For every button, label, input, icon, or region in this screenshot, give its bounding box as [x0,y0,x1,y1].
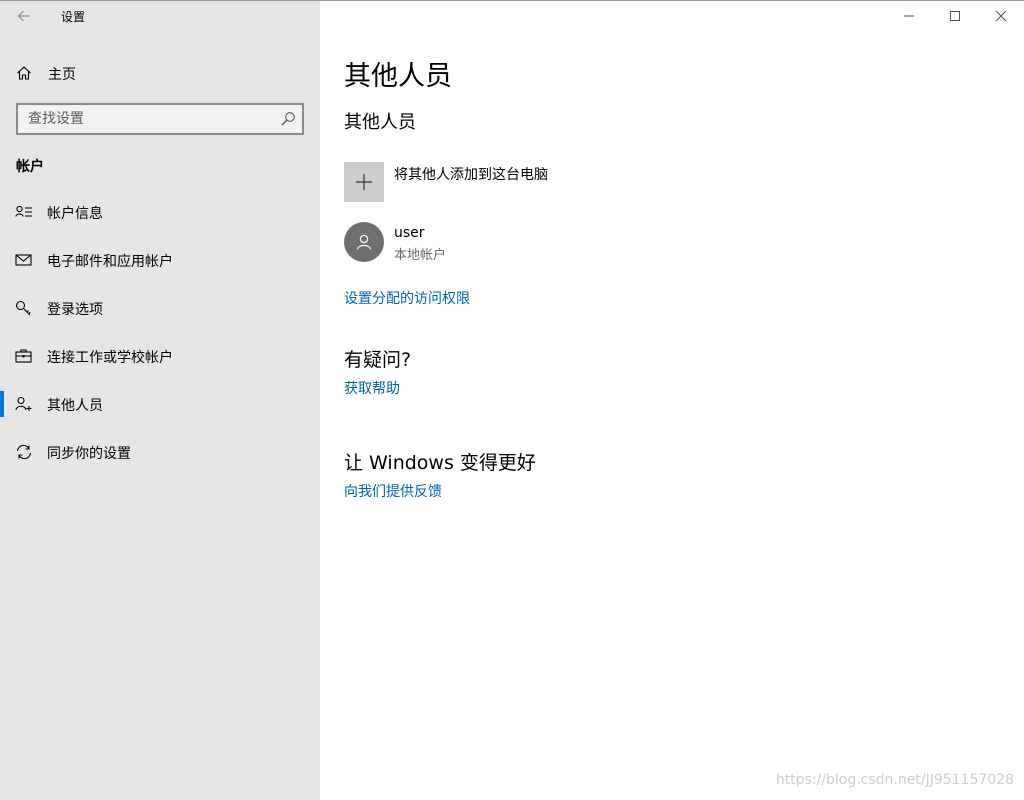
sidebar-item-work-school[interactable]: 连接工作或学校帐户 [0,336,320,376]
add-tile [344,162,384,202]
sidebar-item-account-info[interactable]: 帐户信息 [0,192,320,232]
get-help-link[interactable]: 获取帮助 [344,378,400,398]
watermark: https://blog.csdn.net/JJ951157028 [775,772,1014,788]
add-other-person-button[interactable]: 将其他人添加到这台电脑 [344,162,644,202]
sidebar-item-label: 同步你的设置 [47,446,131,462]
minimize-icon [904,15,914,17]
back-button[interactable] [8,1,40,31]
home-nav[interactable]: 主页 [0,56,320,90]
sync-icon [16,444,32,460]
search-box[interactable] [16,103,304,135]
home-label: 主页 [48,67,76,83]
sidebar-item-email-accounts[interactable]: 电子邮件和应用帐户 [0,240,320,280]
user-account-item[interactable]: user 本地帐户 [344,222,644,263]
section-title-other-people: 其他人员 [344,112,416,133]
section-header-accounts: 帐户 [16,159,44,175]
improve-windows-heading: 让 Windows 变得更好 [344,452,536,474]
sidebar-item-label: 登录选项 [47,302,103,318]
active-indicator [0,391,4,417]
plus-icon [356,174,372,190]
briefcase-icon [15,349,32,363]
close-icon [995,10,1007,22]
window-top-border [0,0,1024,1]
page-title: 其他人员 [344,61,452,92]
avatar [344,222,384,262]
account-info-icon [15,205,32,217]
maximize-button[interactable] [932,1,978,31]
app-title: 设置 [61,10,86,24]
sidebar: 设置 主页 帐户 帐户信息 电子邮件和应用帐户 [0,0,320,800]
close-button[interactable] [978,1,1024,31]
user-account-type: 本地帐户 [394,248,447,263]
feedback-link[interactable]: 向我们提供反馈 [344,481,442,501]
person-add-icon [15,396,32,411]
sidebar-item-label: 电子邮件和应用帐户 [47,254,173,270]
sidebar-item-other-people[interactable]: 其他人员 [0,384,320,424]
sidebar-item-label: 帐户信息 [47,206,103,222]
sidebar-item-label: 连接工作或学校帐户 [47,350,173,366]
question-heading: 有疑问? [344,349,412,371]
maximize-icon [950,11,960,21]
sidebar-item-sign-in-options[interactable]: 登录选项 [0,288,320,328]
back-arrow-icon [17,10,30,22]
search-icon[interactable] [280,111,296,127]
user-name: user [394,225,425,241]
home-icon [17,66,31,80]
add-other-person-label: 将其他人添加到这台电脑 [394,167,548,183]
sidebar-item-sync-settings[interactable]: 同步你的设置 [0,432,320,472]
user-avatar-icon [356,234,372,250]
search-input[interactable] [18,105,268,133]
window-controls [886,1,1024,31]
assigned-access-link[interactable]: 设置分配的访问权限 [344,288,470,308]
mail-icon [15,254,32,266]
key-icon [15,300,31,316]
sidebar-item-label: 其他人员 [47,398,103,414]
minimize-button[interactable] [886,1,932,31]
